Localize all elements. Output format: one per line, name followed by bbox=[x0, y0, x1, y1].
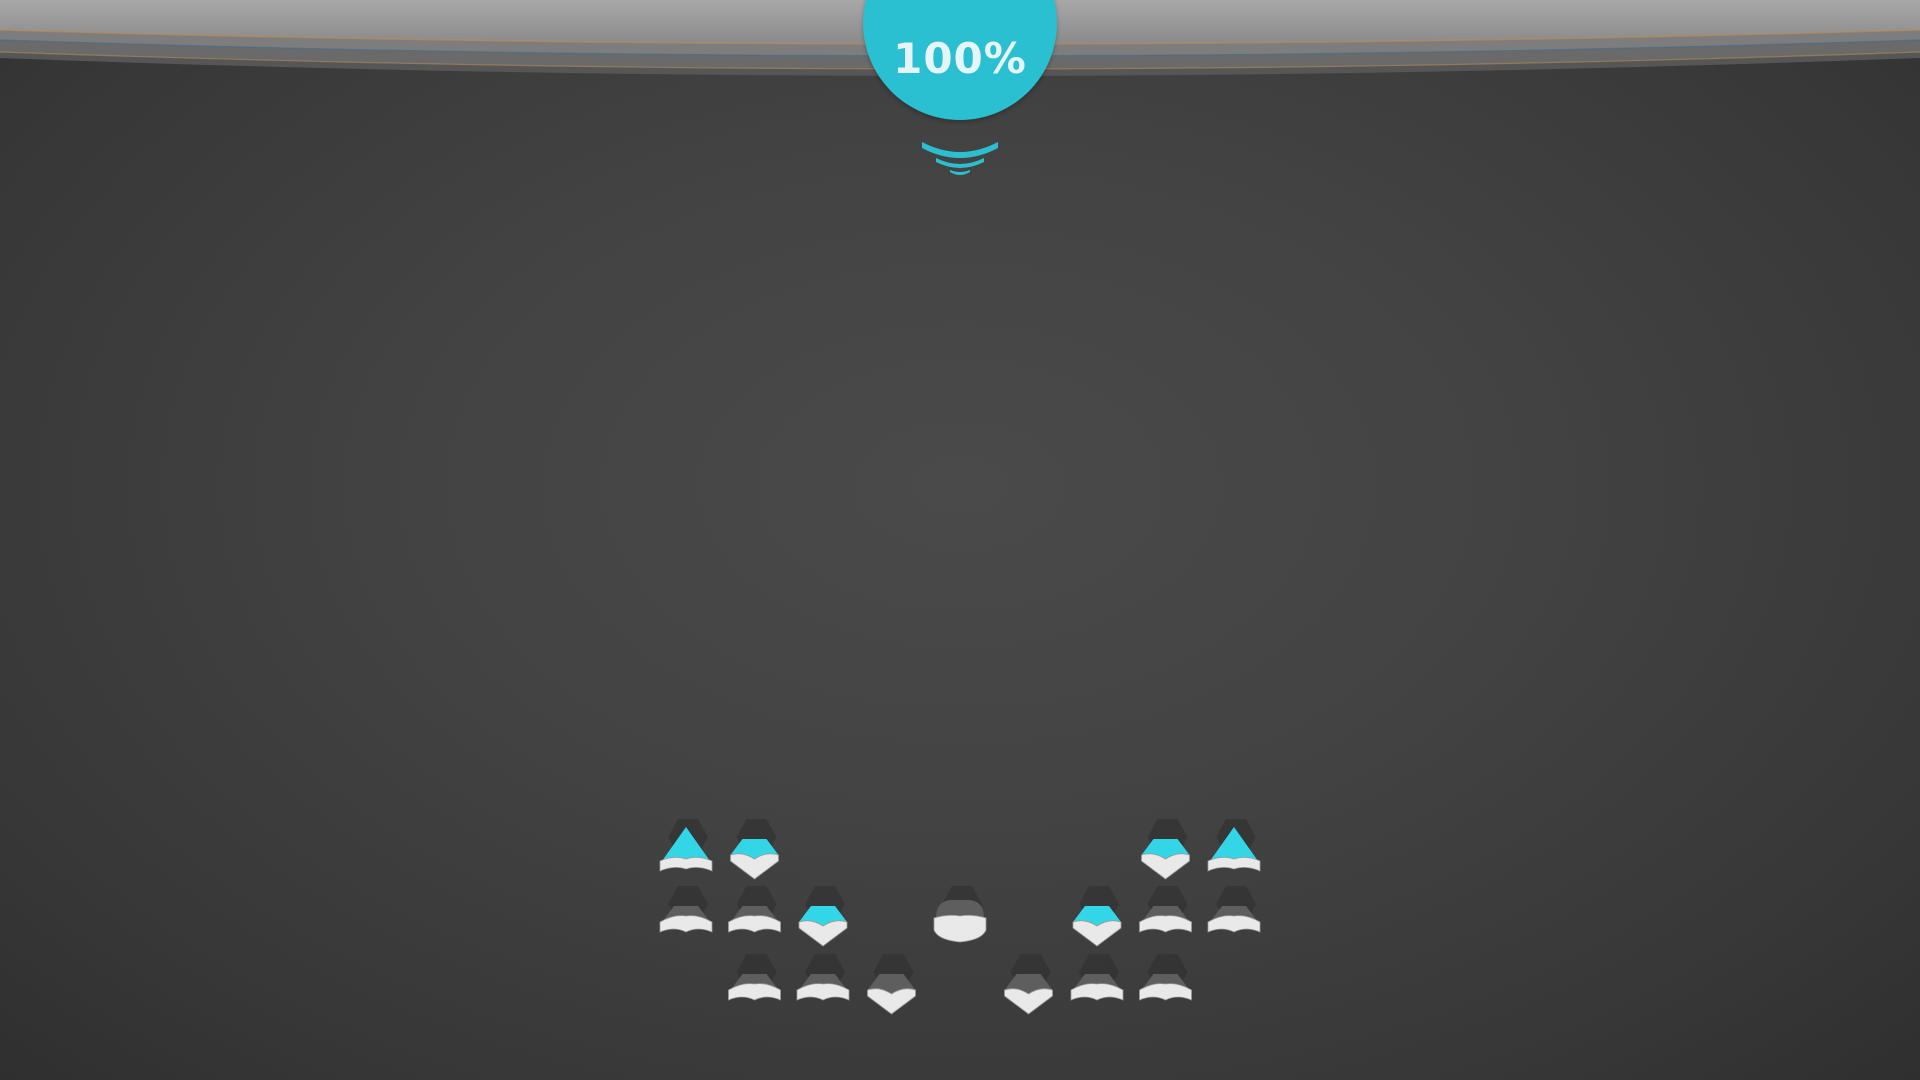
piece-lit-gem[interactable] bbox=[1072, 886, 1122, 947]
piece-lit-arrow[interactable] bbox=[659, 819, 713, 872]
piece-dark-flat[interactable] bbox=[1207, 886, 1261, 933]
piece-dark-flat[interactable] bbox=[659, 886, 713, 933]
piece-dark-flat[interactable] bbox=[728, 954, 781, 1001]
piece-base bbox=[1139, 983, 1192, 1001]
piece-base bbox=[1139, 915, 1192, 933]
piece-lit-arrow[interactable] bbox=[1207, 819, 1261, 872]
piece-base bbox=[1207, 915, 1261, 933]
piece-lit-gem[interactable] bbox=[1141, 819, 1190, 880]
piece-base bbox=[933, 914, 987, 943]
piece-dark-round[interactable] bbox=[933, 886, 987, 943]
piece-base bbox=[1070, 983, 1124, 1001]
piece-dark-gem[interactable] bbox=[1004, 954, 1053, 1015]
piece-lit-gem[interactable] bbox=[798, 886, 848, 947]
piece-dark-flat[interactable] bbox=[1139, 886, 1192, 933]
piece-lit-gem[interactable] bbox=[730, 819, 779, 880]
piece-base bbox=[728, 983, 781, 1001]
piece-base bbox=[796, 983, 850, 1001]
piece-base bbox=[1207, 857, 1261, 872]
piece-dark-flat[interactable] bbox=[728, 886, 781, 933]
piece-dark-gem[interactable] bbox=[867, 954, 916, 1015]
piece-dark-flat[interactable] bbox=[1070, 954, 1124, 1001]
piece-base bbox=[728, 915, 781, 933]
piece-dark-flat[interactable] bbox=[1139, 954, 1192, 1001]
piece-base bbox=[659, 915, 713, 933]
piece-formation bbox=[659, 819, 1261, 1015]
piece-dark-flat[interactable] bbox=[796, 954, 850, 1001]
game-stage: 100% bbox=[0, 0, 1920, 1080]
piece-base bbox=[659, 857, 713, 872]
piece-top bbox=[936, 900, 984, 918]
